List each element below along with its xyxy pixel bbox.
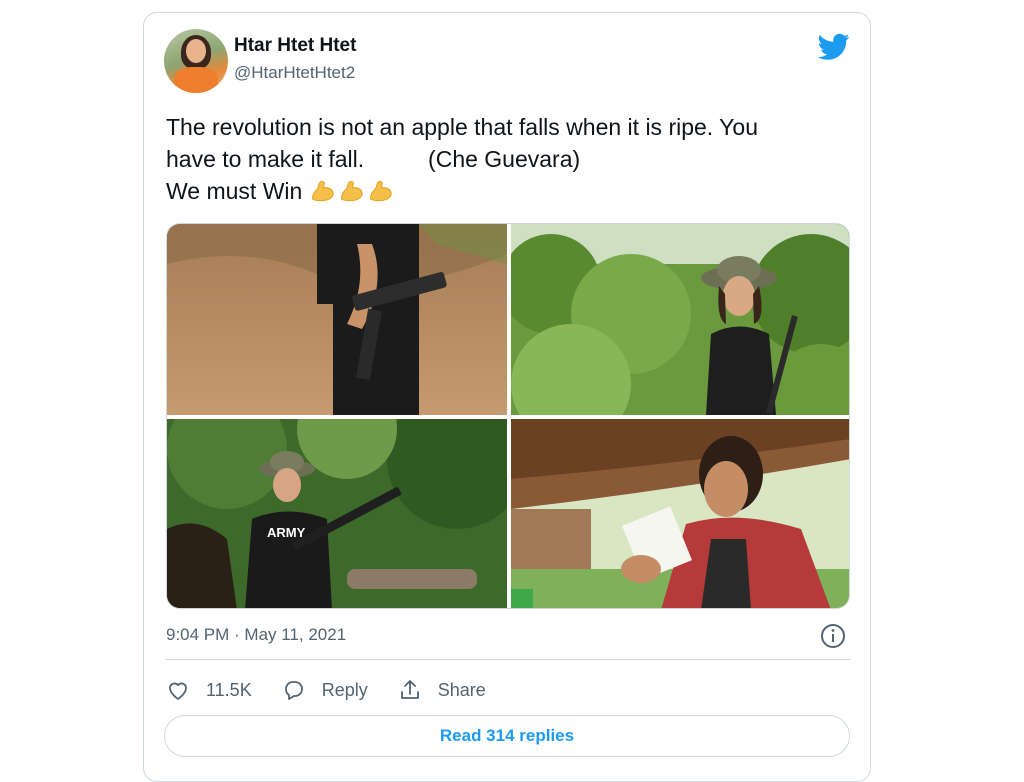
- media-grid: ARMY: [166, 223, 850, 609]
- tweet-text-line-1: The revolution is not an apple that fall…: [166, 114, 758, 140]
- like-count: 11.5K: [206, 679, 252, 700]
- reply-button[interactable]: Reply: [282, 678, 368, 702]
- user-name[interactable]: Htar Htet Htet: [234, 35, 356, 57]
- tweet-timestamp[interactable]: 9:04 PM · May 11, 2021: [166, 625, 346, 645]
- photo-woman-reading-note[interactable]: [511, 419, 849, 608]
- tweet-text-line-3-text: We must Win: [166, 178, 309, 204]
- tweet-text-line-2: have to make it fall. (Che Guevara): [166, 146, 581, 172]
- user-handle[interactable]: @HtarHtetHtet2: [234, 63, 355, 83]
- tweet-text-line-3: We must Win: [166, 175, 856, 207]
- info-icon[interactable]: [820, 623, 846, 649]
- flexed-biceps-icon: [340, 181, 363, 202]
- share-label: Share: [437, 679, 486, 700]
- reply-icon: [284, 681, 303, 700]
- twitter-bird-icon[interactable]: [818, 33, 850, 61]
- reply-label: Reply: [321, 679, 368, 700]
- tweet-text: The revolution is not an apple that fall…: [166, 111, 856, 207]
- divider: [166, 659, 850, 660]
- tweet-header: Htar Htet Htet @HtarHtetHtet2: [164, 29, 850, 93]
- photo-rifle-closeup[interactable]: [167, 224, 507, 415]
- tweet-card: Htar Htet Htet @HtarHtetHtet2 The revolu…: [143, 12, 871, 782]
- read-replies-button[interactable]: Read 314 replies: [164, 715, 850, 757]
- svg-text:ARMY: ARMY: [267, 525, 306, 540]
- avatar[interactable]: [164, 29, 228, 93]
- share-icon: [400, 680, 419, 699]
- like-button[interactable]: 11.5K: [166, 678, 252, 702]
- photo-woman-forest[interactable]: [511, 224, 849, 415]
- share-button[interactable]: Share: [398, 678, 486, 702]
- tweet-actions: 11.5K Reply Share: [166, 675, 516, 705]
- photo-army-shirt-rifle[interactable]: ARMY: [167, 419, 507, 608]
- flexed-biceps-icon: [311, 181, 334, 202]
- heart-icon: [169, 682, 187, 700]
- flexed-biceps-icon: [369, 181, 392, 202]
